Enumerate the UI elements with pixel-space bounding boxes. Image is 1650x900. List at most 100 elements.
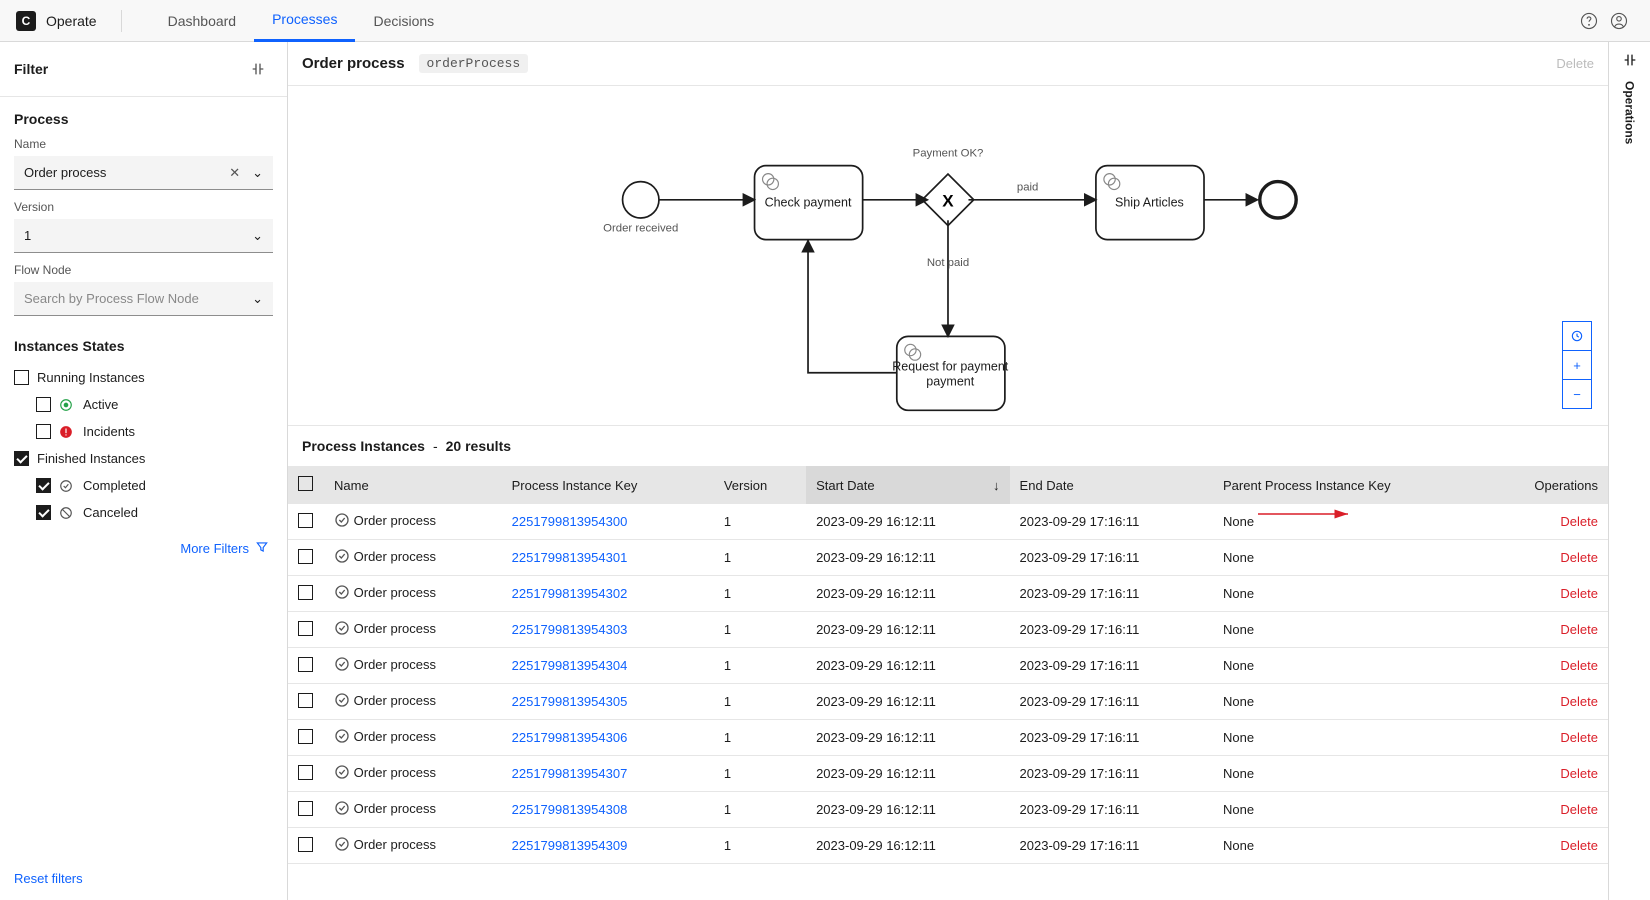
delete-instance-button[interactable]: Delete <box>1560 514 1598 529</box>
instance-key-link[interactable]: 2251799813954306 <box>512 730 628 745</box>
delete-instance-button[interactable]: Delete <box>1560 838 1598 853</box>
col-ops[interactable]: Operations <box>1486 466 1608 504</box>
table-row: Order process225179981395430412023-09-29… <box>288 648 1608 684</box>
delete-instance-button[interactable]: Delete <box>1560 802 1598 817</box>
delete-instance-button[interactable]: Delete <box>1560 550 1598 565</box>
version-value: 1 <box>24 228 31 243</box>
row-start: 2023-09-29 16:12:11 <box>806 504 1009 540</box>
process-name-select[interactable]: Order process ✕ ⌄ <box>14 156 273 190</box>
canceled-label: Canceled <box>83 505 138 520</box>
row-parent: None <box>1213 720 1486 756</box>
row-checkbox[interactable] <box>298 657 313 672</box>
svg-text:Check payment: Check payment <box>765 196 852 210</box>
completed-status-icon <box>334 548 350 567</box>
more-filters-link[interactable]: More Filters <box>14 526 273 571</box>
row-name: Order process <box>354 693 436 708</box>
completed-status-icon <box>334 584 350 603</box>
col-start[interactable]: Start Date↓ <box>806 466 1009 504</box>
row-end: 2023-09-29 17:16:11 <box>1010 828 1213 864</box>
help-icon[interactable] <box>1574 6 1604 36</box>
incidents-status-icon <box>59 425 75 439</box>
row-checkbox[interactable] <box>298 549 313 564</box>
active-checkbox[interactable] <box>36 397 51 412</box>
row-end: 2023-09-29 17:16:11 <box>1010 576 1213 612</box>
delete-instance-button[interactable]: Delete <box>1560 730 1598 745</box>
row-end: 2023-09-29 17:16:11 <box>1010 648 1213 684</box>
flownode-placeholder: Search by Process Flow Node <box>24 291 199 306</box>
reset-filters-link[interactable]: Reset filters <box>0 857 287 900</box>
tab-processes[interactable]: Processes <box>254 0 355 42</box>
version-select[interactable]: 1 ⌄ <box>14 219 273 253</box>
completed-status-icon <box>334 800 350 819</box>
instance-key-link[interactable]: 2251799813954303 <box>512 622 628 637</box>
row-checkbox[interactable] <box>298 693 313 708</box>
bpmn-diagram[interactable]: Order received Check payment X Payment O… <box>288 86 1608 426</box>
process-title: Order process <box>302 55 405 72</box>
col-name[interactable]: Name <box>324 466 502 504</box>
main-content: Order process orderProcess Delete Order … <box>288 42 1608 900</box>
row-start: 2023-09-29 16:12:11 <box>806 540 1009 576</box>
row-version: 1 <box>714 540 806 576</box>
delete-instance-button[interactable]: Delete <box>1560 622 1598 637</box>
delete-instance-button[interactable]: Delete <box>1560 694 1598 709</box>
user-icon[interactable] <box>1604 6 1634 36</box>
zoom-in-button[interactable]: + <box>1562 350 1592 380</box>
row-start: 2023-09-29 16:12:11 <box>806 648 1009 684</box>
row-checkbox[interactable] <box>298 621 313 636</box>
clear-icon[interactable]: ✕ <box>229 165 240 181</box>
instance-key-link[interactable]: 2251799813954305 <box>512 694 628 709</box>
active-label: Active <box>83 397 118 412</box>
tab-decisions[interactable]: Decisions <box>355 0 452 42</box>
col-key[interactable]: Process Instance Key <box>502 466 714 504</box>
instance-key-link[interactable]: 2251799813954304 <box>512 658 628 673</box>
instance-key-link[interactable]: 2251799813954309 <box>512 838 628 853</box>
table-row: Order process225179981395430212023-09-29… <box>288 576 1608 612</box>
col-version[interactable]: Version <box>714 466 806 504</box>
delete-instance-button[interactable]: Delete <box>1560 658 1598 673</box>
zoom-out-button[interactable]: − <box>1562 379 1592 409</box>
finished-checkbox[interactable] <box>14 451 29 466</box>
chevron-down-icon: ⌄ <box>252 228 263 244</box>
top-nav: C Operate Dashboard Processes Decisions <box>0 0 1650 42</box>
row-end: 2023-09-29 17:16:11 <box>1010 792 1213 828</box>
zoom-reset-button[interactable] <box>1562 321 1592 351</box>
row-start: 2023-09-29 16:12:11 <box>806 720 1009 756</box>
row-name: Order process <box>354 621 436 636</box>
row-checkbox[interactable] <box>298 765 313 780</box>
flownode-select[interactable]: Search by Process Flow Node ⌄ <box>14 282 273 316</box>
instance-key-link[interactable]: 2251799813954302 <box>512 586 628 601</box>
app-logo: C <box>16 11 36 31</box>
instance-key-link[interactable]: 2251799813954300 <box>512 514 628 529</box>
tab-dashboard[interactable]: Dashboard <box>150 0 255 42</box>
operations-rail[interactable]: Operations <box>1608 42 1650 900</box>
row-checkbox[interactable] <box>298 585 313 600</box>
app-name: Operate <box>46 13 97 29</box>
row-checkbox[interactable] <box>298 801 313 816</box>
expand-rail-icon[interactable] <box>1622 52 1638 71</box>
name-label: Name <box>14 137 273 151</box>
delete-instance-button[interactable]: Delete <box>1560 586 1598 601</box>
select-all-checkbox[interactable] <box>298 476 313 491</box>
delete-process-button[interactable]: Delete <box>1556 56 1594 71</box>
canceled-checkbox[interactable] <box>36 505 51 520</box>
collapse-sidebar-icon[interactable] <box>243 54 273 84</box>
table-row: Order process225179981395430312023-09-29… <box>288 612 1608 648</box>
col-parent[interactable]: Parent Process Instance Key <box>1213 466 1486 504</box>
row-checkbox[interactable] <box>298 837 313 852</box>
incidents-checkbox[interactable] <box>36 424 51 439</box>
row-parent: None <box>1213 756 1486 792</box>
instance-key-link[interactable]: 2251799813954308 <box>512 802 628 817</box>
completed-checkbox[interactable] <box>36 478 51 493</box>
col-end[interactable]: End Date <box>1010 466 1213 504</box>
row-start: 2023-09-29 16:12:11 <box>806 576 1009 612</box>
completed-status-icon <box>59 479 75 493</box>
running-checkbox[interactable] <box>14 370 29 385</box>
instance-key-link[interactable]: 2251799813954301 <box>512 550 628 565</box>
row-version: 1 <box>714 792 806 828</box>
row-checkbox[interactable] <box>298 513 313 528</box>
instance-key-link[interactable]: 2251799813954307 <box>512 766 628 781</box>
row-version: 1 <box>714 612 806 648</box>
table-row: Order process225179981395430612023-09-29… <box>288 720 1608 756</box>
delete-instance-button[interactable]: Delete <box>1560 766 1598 781</box>
row-checkbox[interactable] <box>298 729 313 744</box>
